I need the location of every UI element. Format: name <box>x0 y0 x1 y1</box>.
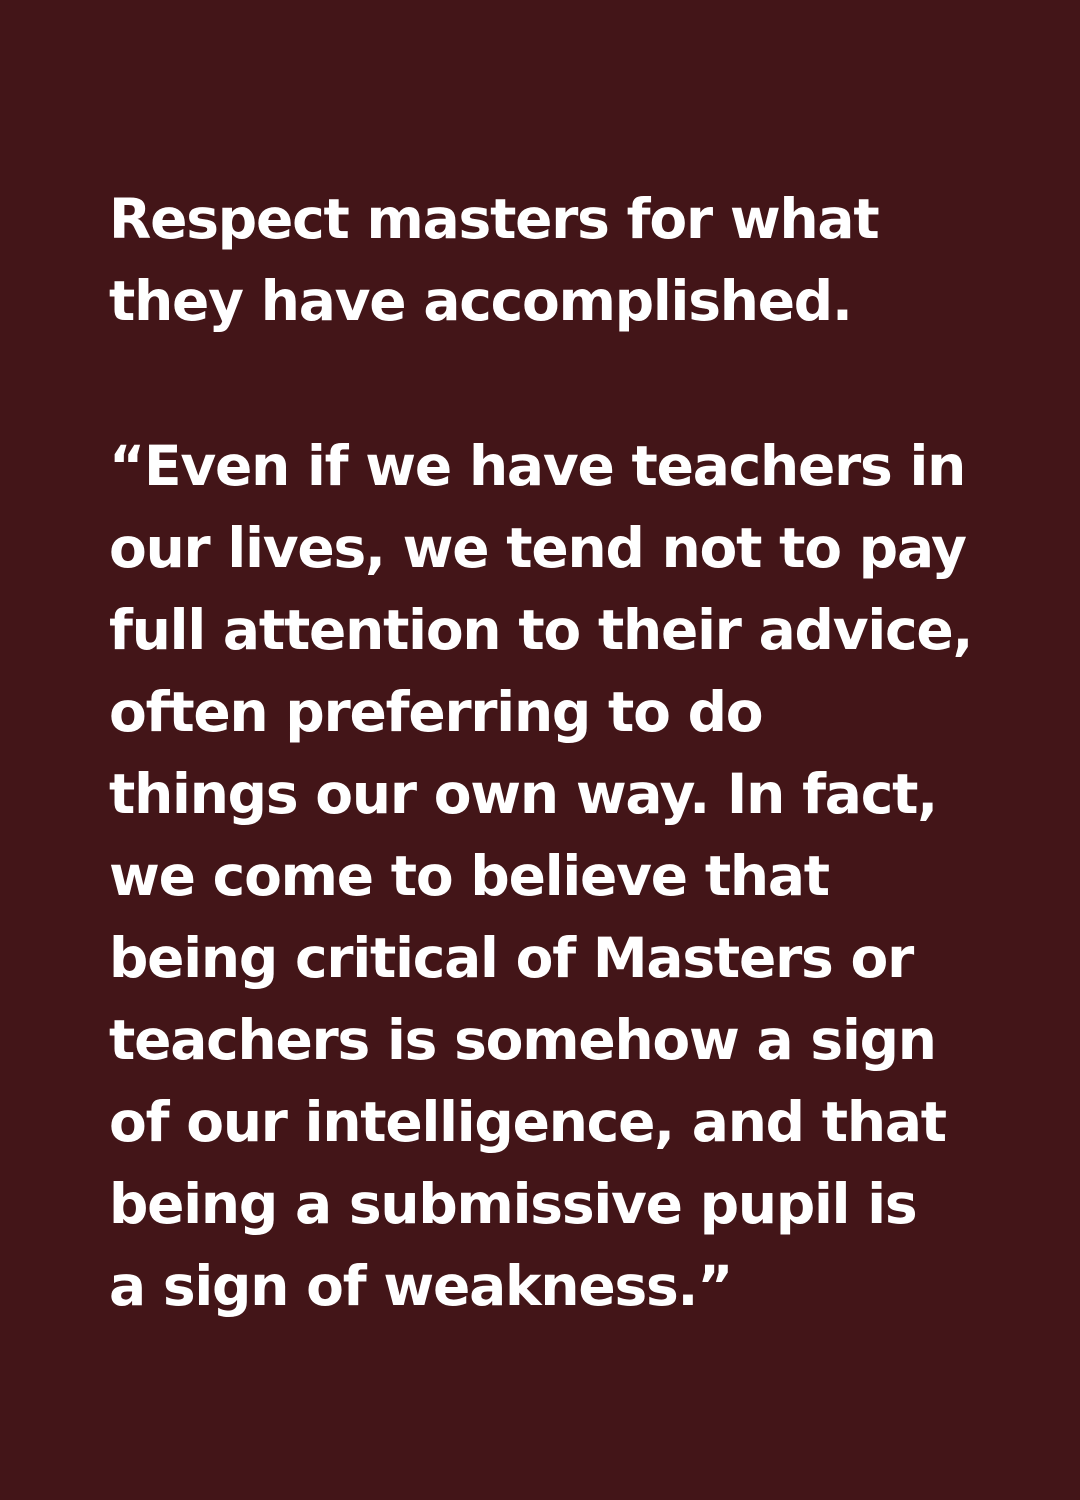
quote-line: our lives, we tend not to pay <box>109 516 967 580</box>
quote-line: things our own way. In fact, <box>109 762 938 826</box>
quote-card: Respect masters for what they have accom… <box>0 0 1080 1500</box>
quote-line: we come to believe that <box>109 844 830 908</box>
quote-line: “Even if we have teachers in <box>109 434 966 498</box>
quote-line: of our intelligence, and that <box>109 1090 947 1154</box>
quote-line: full attention to their advice, <box>109 598 973 662</box>
heading-line: Respect masters for what <box>109 187 880 251</box>
quote-line: teachers is somehow a sign <box>109 1008 937 1072</box>
quote-line: being critical of Masters or <box>109 926 914 990</box>
quote-line: being a submissive pupil is <box>109 1172 918 1236</box>
quote-line: often preferring to do <box>109 680 764 744</box>
quote-line: a sign of weakness.” <box>109 1254 733 1318</box>
heading-line: they have accomplished. <box>109 269 853 333</box>
